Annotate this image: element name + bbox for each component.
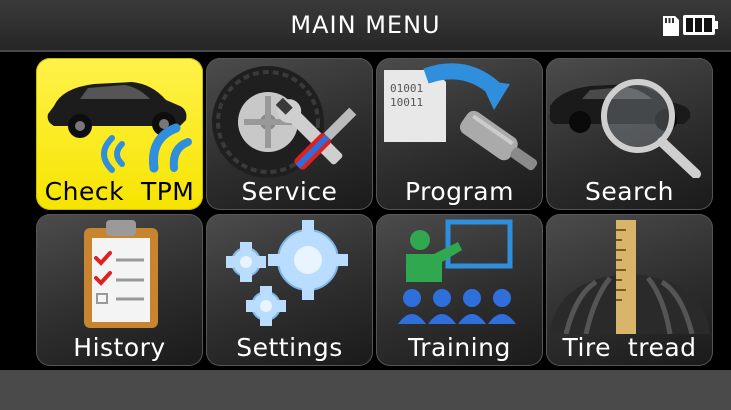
screen: MAIN MENU Check TPM Service 01001 10011 …: [0, 0, 731, 410]
sd-card-icon: [663, 16, 679, 36]
menu-item-training[interactable]: Training: [376, 214, 543, 366]
menu-item-label: Settings: [236, 333, 343, 362]
menu-item-label: Program: [405, 177, 514, 206]
car-signal-icon: [47, 82, 192, 173]
menu-item-service[interactable]: Service: [206, 58, 373, 210]
menu-item-label: Search: [585, 177, 674, 206]
menu-item-label: Tire tread: [562, 333, 697, 362]
menu-item-program[interactable]: 01001 10011 Program: [376, 58, 543, 210]
menu-item-check-tpm[interactable]: Check TPM: [36, 58, 203, 210]
menu-item-label: Service: [241, 177, 338, 206]
tire-tools-icon: [212, 66, 357, 178]
clipboard-checklist-icon: [84, 220, 158, 328]
menu-item-label: History: [73, 333, 166, 362]
gears-icon: [226, 220, 348, 326]
page-title: MAIN MENU: [290, 11, 441, 39]
car-search-icon: [549, 79, 701, 178]
tire-tread-gauge-icon: [550, 220, 710, 334]
menu-item-label: Training: [408, 333, 511, 362]
menu-item-settings[interactable]: Settings: [206, 214, 373, 366]
classroom-icon: [398, 219, 516, 324]
program-sensor-icon: 01001 10011: [384, 63, 538, 171]
menu-item-label: Check TPM: [44, 177, 195, 206]
menu-item-tire-tread[interactable]: Tire tread: [546, 214, 713, 366]
title-bar: MAIN MENU: [0, 0, 731, 52]
bottom-bar: [0, 370, 731, 410]
menu-item-search[interactable]: Search: [546, 58, 713, 210]
menu-item-history[interactable]: History: [36, 214, 203, 366]
battery-icon: [683, 15, 718, 35]
svg-text:01001: 01001: [390, 82, 423, 95]
status-icons: [663, 15, 718, 36]
svg-text:10011: 10011: [390, 96, 423, 109]
